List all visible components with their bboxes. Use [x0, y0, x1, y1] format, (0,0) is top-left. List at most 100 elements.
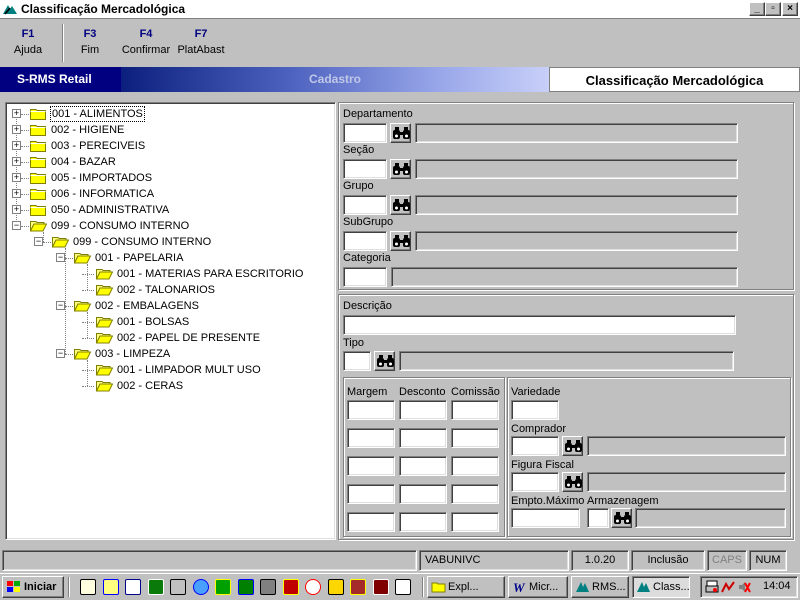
globe-icon[interactable]: [305, 579, 321, 595]
desconto-input[interactable]: [399, 428, 447, 448]
tree-node[interactable]: +050 - ADMINISTRATIVA: [6, 202, 326, 218]
tiles-icon[interactable]: [237, 579, 254, 595]
departamento-code-input[interactable]: [343, 123, 387, 143]
tree-node[interactable]: +001 - ALIMENTOS: [6, 106, 326, 122]
grupo-code-input[interactable]: [343, 195, 387, 215]
tree-node[interactable]: 001 - BOLSAS: [6, 314, 326, 330]
open-folder-icon: [95, 283, 114, 296]
tree-node[interactable]: − 099 - CONSUMO INTERNO: [6, 234, 326, 250]
figura-fiscal-search-button[interactable]: [562, 472, 583, 492]
tree-node[interactable]: +006 - INFORMATICA: [6, 186, 326, 202]
tools-icon[interactable]: [350, 579, 366, 595]
task-word[interactable]: W Micr...: [508, 576, 568, 598]
tree-node[interactable]: − 002 - EMBALAGENS: [6, 298, 326, 314]
subgrupo-code-input[interactable]: [343, 231, 387, 251]
comprador-search-button[interactable]: [562, 436, 583, 456]
armazenagem-search-button[interactable]: [611, 508, 632, 528]
f1-help-button[interactable]: F1 Ajuda: [12, 28, 44, 56]
margem-input[interactable]: [347, 484, 395, 504]
collapse-icon[interactable]: −: [56, 301, 65, 310]
descricao-input[interactable]: [343, 315, 736, 335]
tree-node[interactable]: − 003 - LIMPEZA: [6, 346, 326, 362]
subgrupo-label: SubGrupo: [343, 216, 394, 228]
f4-confirm-button[interactable]: F4 Confirmar: [120, 28, 172, 56]
tree-node[interactable]: 001 - LIMPADOR MULT USO: [6, 362, 326, 378]
word-icon[interactable]: [125, 579, 141, 595]
desconto-input[interactable]: [399, 484, 447, 504]
tree-node[interactable]: 001 - MATERIAS PARA ESCRITORIO: [6, 266, 326, 282]
desconto-input[interactable]: [399, 512, 447, 532]
ie-icon[interactable]: [192, 579, 209, 595]
armazenagem-code-input[interactable]: [587, 508, 609, 528]
tree-node[interactable]: +005 - IMPORTADOS: [6, 170, 326, 186]
desconto-input[interactable]: [399, 400, 447, 420]
network-icon[interactable]: [721, 580, 735, 594]
collapse-icon[interactable]: −: [56, 253, 65, 262]
categoria-code-input[interactable]: [343, 267, 387, 287]
tipo-search-button[interactable]: [374, 351, 395, 371]
expand-icon[interactable]: +: [12, 109, 21, 118]
task-label: RMS...: [592, 581, 626, 593]
tree-node[interactable]: 002 - TALONARIOS: [6, 282, 326, 298]
tree-node[interactable]: +004 - BAZAR: [6, 154, 326, 170]
tree-node[interactable]: − 001 - PAPELARIA: [6, 250, 326, 266]
comissao-input[interactable]: [451, 428, 499, 448]
margem-input[interactable]: [347, 512, 395, 532]
expand-icon[interactable]: +: [12, 125, 21, 134]
search-icon[interactable]: [102, 579, 119, 595]
empto-maximo-input[interactable]: [511, 508, 580, 528]
secao-search-button[interactable]: [390, 159, 411, 179]
restore-button[interactable]: ▫: [765, 2, 781, 16]
secao-code-input[interactable]: [343, 159, 387, 179]
margem-input[interactable]: [347, 428, 395, 448]
media-icon[interactable]: [372, 579, 389, 595]
tree-node[interactable]: − 099 - CONSUMO INTERNO: [6, 218, 326, 234]
f3-exit-button[interactable]: F3 Fim: [74, 28, 106, 56]
tipo-code-input[interactable]: [343, 351, 371, 371]
expand-icon[interactable]: +: [12, 173, 21, 182]
subgrupo-search-button[interactable]: [390, 231, 411, 251]
expand-icon[interactable]: +: [12, 157, 21, 166]
tree-connector: [43, 242, 51, 243]
chart-icon[interactable]: [282, 579, 299, 595]
comissao-input[interactable]: [451, 484, 499, 504]
variedade-input[interactable]: [511, 400, 559, 420]
rms-logo-icon[interactable]: [395, 579, 411, 595]
expand-icon[interactable]: +: [12, 141, 21, 150]
collapse-icon[interactable]: −: [56, 349, 65, 358]
close-button[interactable]: ×: [782, 2, 798, 16]
category-tree[interactable]: +001 - ALIMENTOS +002 - HIGIENE +003 - PER…: [5, 102, 336, 540]
collapse-icon[interactable]: −: [34, 237, 43, 246]
paint-icon[interactable]: [327, 579, 344, 595]
tree-node[interactable]: +002 - HIGIENE: [6, 122, 326, 138]
comissao-input[interactable]: [451, 400, 499, 420]
excel-icon[interactable]: [147, 579, 164, 595]
grupo-search-button[interactable]: [390, 195, 411, 215]
minimize-button[interactable]: _: [749, 2, 765, 16]
departamento-search-button[interactable]: [390, 123, 411, 143]
expand-icon[interactable]: +: [12, 189, 21, 198]
download-icon[interactable]: [215, 579, 231, 595]
task-explorer[interactable]: Expl...: [427, 576, 505, 598]
comissao-input[interactable]: [451, 512, 499, 532]
tree-node[interactable]: +003 - PERECIVEIS: [6, 138, 326, 154]
start-button[interactable]: Iniciar: [2, 576, 64, 598]
collapse-icon[interactable]: −: [12, 221, 21, 230]
tree-node[interactable]: 002 - PAPEL DE PRESENTE: [6, 330, 326, 346]
calculator-icon[interactable]: [260, 579, 276, 595]
figura-fiscal-code-input[interactable]: [511, 472, 559, 492]
tree-node[interactable]: 002 - CERAS: [6, 378, 326, 394]
volume-muted-icon[interactable]: [737, 580, 751, 594]
margem-input[interactable]: [347, 400, 395, 420]
comprador-code-input[interactable]: [511, 436, 559, 456]
margem-input[interactable]: [347, 456, 395, 476]
desconto-input[interactable]: [399, 456, 447, 476]
expand-icon[interactable]: +: [12, 205, 21, 214]
notepad-icon[interactable]: [80, 579, 96, 595]
network-icon[interactable]: [170, 579, 186, 595]
comissao-input[interactable]: [451, 456, 499, 476]
task-classificacao[interactable]: Class...: [632, 576, 690, 598]
task-rms[interactable]: RMS...: [571, 576, 629, 598]
f7-platabast-button[interactable]: F7 PlatAbast: [176, 28, 226, 56]
printer-icon[interactable]: [705, 580, 719, 594]
